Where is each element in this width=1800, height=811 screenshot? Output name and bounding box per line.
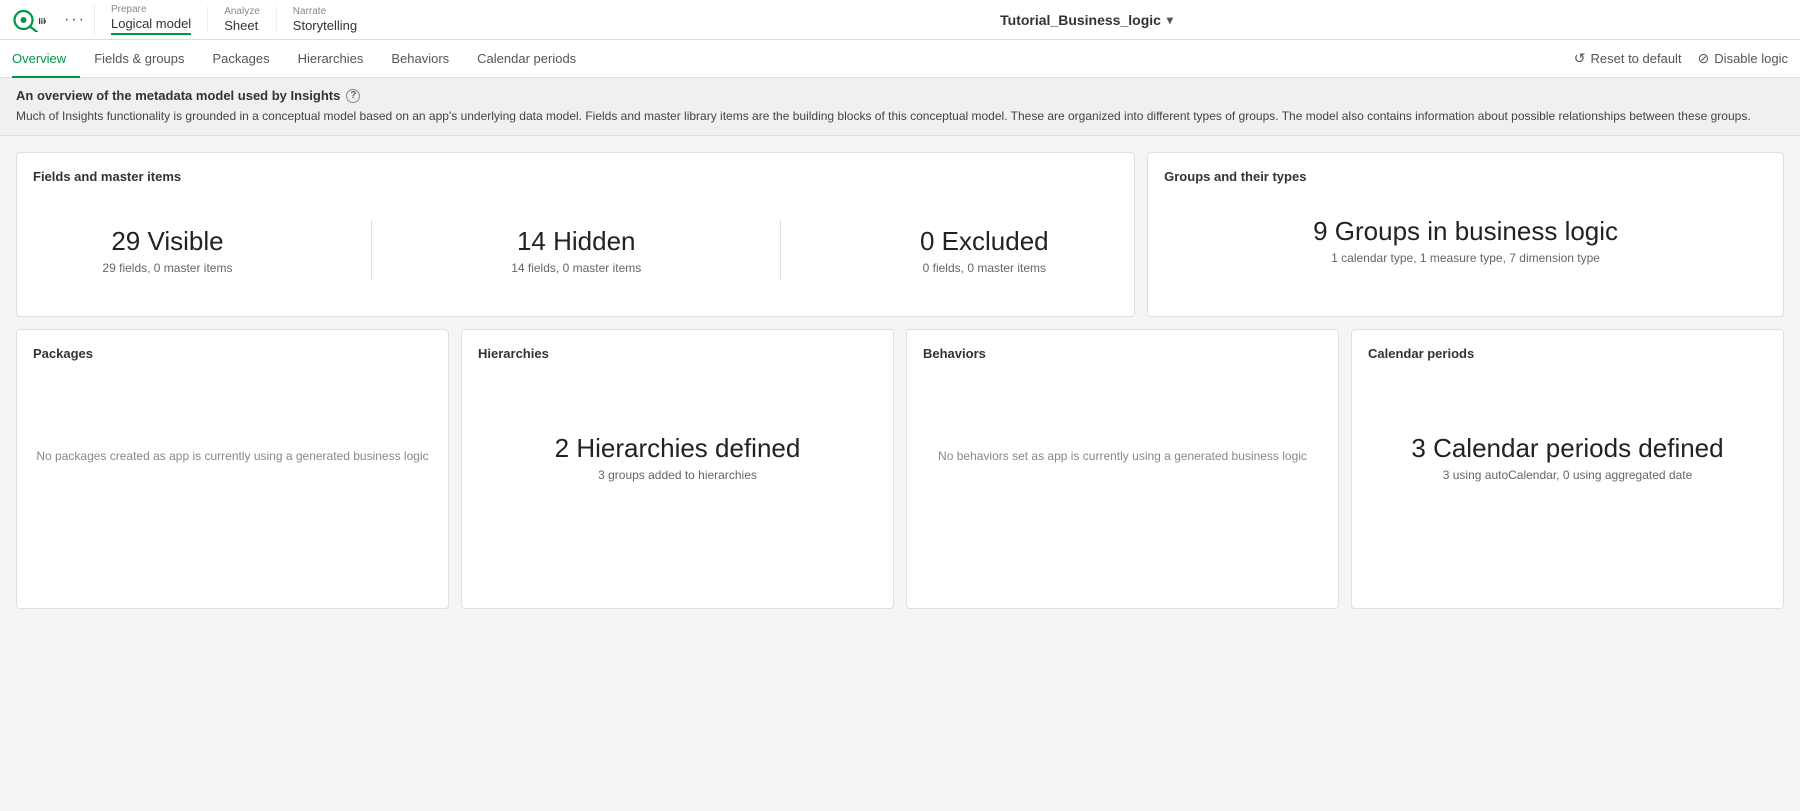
hierarchies-number: 2 Hierarchies defined: [555, 433, 801, 464]
tab-packages[interactable]: Packages: [199, 40, 284, 78]
groups-card-title: Groups and their types: [1164, 169, 1767, 184]
behaviors-card: Behaviors No behaviors set as app is cur…: [906, 329, 1339, 609]
fields-stats: 29 Visible 29 fields, 0 master items 14 …: [33, 200, 1118, 300]
reset-to-default-button[interactable]: ↺ Reset to default: [1574, 50, 1682, 67]
visible-number: 29 Visible: [102, 226, 232, 257]
disable-icon: ⊘: [1698, 50, 1710, 67]
groups-card: Groups and their types 9 Groups in busin…: [1147, 152, 1784, 317]
top-bar-left: lik ··· Prepare Logical model Analyze Sh…: [0, 0, 373, 39]
tab-hierarchies[interactable]: Hierarchies: [284, 40, 378, 78]
groups-stats: 9 Groups in business logic 1 calendar ty…: [1164, 200, 1767, 280]
hidden-stat: 14 Hidden 14 fields, 0 master items: [511, 226, 641, 275]
calendar-periods-title: Calendar periods: [1368, 346, 1767, 361]
hierarchies-title: Hierarchies: [478, 346, 877, 361]
tab-behaviors[interactable]: Behaviors: [377, 40, 463, 78]
hidden-number: 14 Hidden: [511, 226, 641, 257]
app-title-chevron-icon: ▾: [1167, 13, 1173, 27]
packages-content: No packages created as app is currently …: [33, 377, 432, 537]
excluded-desc: 0 fields, 0 master items: [920, 261, 1049, 275]
packages-card: Packages No packages created as app is c…: [16, 329, 449, 609]
prepare-value: Logical model: [111, 16, 191, 31]
groups-number: 9 Groups in business logic: [1313, 216, 1618, 247]
excluded-stat: 0 Excluded 0 fields, 0 master items: [920, 226, 1049, 275]
stat-divider-1: [371, 220, 372, 280]
tab-calendar-periods[interactable]: Calendar periods: [463, 40, 590, 78]
groups-stat: 9 Groups in business logic 1 calendar ty…: [1313, 216, 1618, 265]
hierarchies-content: 2 Hierarchies defined 3 groups added to …: [478, 377, 877, 537]
fields-card-title: Fields and master items: [33, 169, 1118, 184]
calendar-periods-number: 3 Calendar periods defined: [1411, 433, 1723, 464]
narrate-label: Narrate: [293, 6, 357, 17]
narrate-nav[interactable]: Narrate Storytelling: [276, 6, 373, 33]
hierarchies-stat: 2 Hierarchies defined 3 groups added to …: [555, 433, 801, 482]
calendar-periods-desc: 3 using autoCalendar, 0 using aggregated…: [1411, 468, 1723, 482]
tab-fields-groups[interactable]: Fields & groups: [80, 40, 198, 78]
info-banner: An overview of the metadata model used b…: [0, 78, 1800, 136]
narrate-value: Storytelling: [293, 18, 357, 33]
main-content: Fields and master items 29 Visible 29 fi…: [0, 136, 1800, 625]
reset-icon: ↺: [1574, 50, 1586, 67]
tabs-bar: Overview Fields & groups Packages Hierar…: [0, 40, 1800, 78]
hierarchies-desc: 3 groups added to hierarchies: [555, 468, 801, 482]
more-options-button[interactable]: ···: [56, 11, 94, 29]
tabs-bar-right: ↺ Reset to default ⊘ Disable logic: [1574, 50, 1788, 67]
prepare-active-bar: [111, 33, 191, 35]
packages-title: Packages: [33, 346, 432, 361]
analyze-label: Analyze: [224, 6, 260, 17]
disable-logic-button[interactable]: ⊘ Disable logic: [1698, 50, 1788, 67]
prepare-nav[interactable]: Prepare Logical model: [94, 4, 207, 35]
excluded-number: 0 Excluded: [920, 226, 1049, 257]
help-icon[interactable]: ?: [346, 89, 360, 103]
calendar-periods-card: Calendar periods 3 Calendar periods defi…: [1351, 329, 1784, 609]
qlik-logo[interactable]: lik: [0, 8, 56, 32]
calendar-periods-content: 3 Calendar periods defined 3 using autoC…: [1368, 377, 1767, 537]
visible-stat: 29 Visible 29 fields, 0 master items: [102, 226, 232, 275]
behaviors-content: No behaviors set as app is currently usi…: [923, 377, 1322, 537]
stat-divider-2: [780, 220, 781, 280]
calendar-periods-stat: 3 Calendar periods defined 3 using autoC…: [1411, 433, 1723, 482]
hidden-desc: 14 fields, 0 master items: [511, 261, 641, 275]
info-banner-title: An overview of the metadata model used b…: [16, 88, 1784, 103]
cards-row-1: Fields and master items 29 Visible 29 fi…: [16, 152, 1784, 317]
prepare-label: Prepare: [111, 4, 191, 15]
fields-master-items-card: Fields and master items 29 Visible 29 fi…: [16, 152, 1135, 317]
top-bar-center: Tutorial_Business_logic ▾: [373, 0, 1800, 39]
visible-desc: 29 fields, 0 master items: [102, 261, 232, 275]
info-banner-text: Much of Insights functionality is ground…: [16, 107, 1784, 125]
app-title[interactable]: Tutorial_Business_logic ▾: [1000, 12, 1173, 28]
behaviors-muted-text: No behaviors set as app is currently usi…: [938, 447, 1307, 466]
analyze-value: Sheet: [224, 18, 260, 33]
app-title-text: Tutorial_Business_logic: [1000, 12, 1161, 28]
behaviors-title: Behaviors: [923, 346, 1322, 361]
packages-muted-text: No packages created as app is currently …: [36, 447, 428, 466]
analyze-nav[interactable]: Analyze Sheet: [207, 6, 276, 33]
tab-overview[interactable]: Overview: [12, 40, 80, 78]
groups-desc: 1 calendar type, 1 measure type, 7 dimen…: [1313, 251, 1618, 265]
bottom-cards-row: Packages No packages created as app is c…: [16, 329, 1784, 609]
top-bar: lik ··· Prepare Logical model Analyze Sh…: [0, 0, 1800, 40]
svg-text:lik: lik: [39, 16, 47, 25]
hierarchies-card: Hierarchies 2 Hierarchies defined 3 grou…: [461, 329, 894, 609]
